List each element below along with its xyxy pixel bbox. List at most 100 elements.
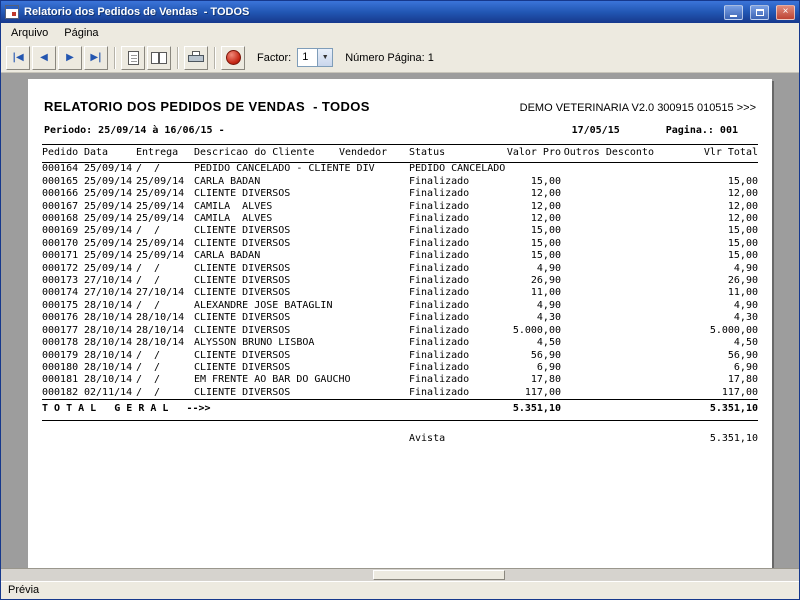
cell-entrega: 25/09/14 bbox=[136, 250, 185, 262]
cell-status: Finalizado bbox=[409, 337, 470, 349]
cell-cliente: CARLA BADAN bbox=[194, 250, 261, 262]
cell-data: 25/09/14 bbox=[84, 213, 133, 225]
toolbar: |◀ ◀ ▶ ▶| Factor: 1 ▼ Número Página: 1 bbox=[1, 43, 799, 73]
menu-arquivo[interactable]: Arquivo bbox=[3, 24, 56, 42]
cell-data: 27/10/14 bbox=[84, 287, 133, 299]
exit-button[interactable] bbox=[221, 45, 245, 70]
two-page-view-button[interactable] bbox=[147, 45, 171, 70]
cell-data: 25/09/14 bbox=[84, 188, 133, 200]
table-row: 000182 02/11/14 / / CLIENTE DIVERSOS Fin… bbox=[42, 387, 758, 400]
status-bar: Prévia bbox=[1, 581, 799, 599]
first-page-icon: |◀ bbox=[12, 52, 24, 63]
cell-status: Finalizado bbox=[409, 262, 470, 274]
cell-entrega: 28/10/14 bbox=[136, 337, 185, 349]
cell-entrega: 27/10/14 bbox=[136, 287, 185, 299]
cell-vlr-total bbox=[654, 163, 758, 176]
cell-valor-pro: 11,00 bbox=[530, 287, 561, 299]
cell-status: Finalizado bbox=[409, 374, 470, 386]
payment-label: Avista bbox=[409, 432, 446, 444]
next-page-icon: ▶ bbox=[66, 52, 74, 63]
preview-area: RELATORIO DOS PEDIDOS DE VENDAS - TODOS … bbox=[1, 73, 799, 568]
cell-valor-pro: 26,90 bbox=[530, 275, 561, 287]
cell-status: PEDIDO CANCELADO bbox=[409, 163, 506, 175]
cell-valor-pro: 17,80 bbox=[530, 374, 561, 386]
cell-vendedor bbox=[339, 337, 409, 349]
cell-pedido: 000170 bbox=[42, 237, 79, 249]
cell-cliente: CLIENTE DIVERSOS bbox=[194, 275, 291, 287]
cell-cliente: CLIENTE DIVERSOS bbox=[194, 262, 291, 274]
cell-data: 28/10/14 bbox=[84, 374, 133, 386]
single-page-icon bbox=[127, 50, 139, 65]
last-page-icon: ▶| bbox=[90, 52, 102, 63]
single-page-view-button[interactable] bbox=[121, 45, 145, 70]
cell-status: Finalizado bbox=[409, 200, 470, 212]
minimize-button[interactable] bbox=[724, 4, 743, 20]
cell-entrega: / / bbox=[136, 225, 161, 237]
report-page-number: Pagina.: 001 bbox=[665, 125, 738, 136]
cell-vlr-total: 12,00 bbox=[727, 200, 758, 212]
last-page-button[interactable]: ▶| bbox=[84, 45, 108, 70]
next-page-button[interactable]: ▶ bbox=[58, 45, 82, 70]
cell-valor-pro: 15,00 bbox=[530, 175, 561, 187]
close-button[interactable]: × bbox=[776, 4, 795, 20]
minimize-icon bbox=[730, 14, 737, 17]
menu-bar: Arquivo Página bbox=[1, 23, 799, 43]
cell-cliente: ALYSSON BRUNO LISBOA bbox=[194, 337, 315, 349]
maximize-button[interactable] bbox=[750, 4, 769, 20]
cell-cliente: CAMILA ALVES bbox=[194, 200, 273, 212]
cell-data: 25/09/14 bbox=[84, 163, 133, 175]
cell-valor-pro: 4,90 bbox=[536, 299, 561, 311]
cell-pedido: 000182 bbox=[42, 386, 79, 398]
cell-outros-desconto bbox=[561, 188, 654, 200]
col-header-data: Data bbox=[84, 143, 136, 164]
cell-status: Finalizado bbox=[409, 287, 470, 299]
close-icon: × bbox=[782, 6, 789, 17]
cell-valor-pro bbox=[505, 163, 561, 176]
menu-pagina[interactable]: Página bbox=[56, 24, 106, 42]
cell-status: Finalizado bbox=[409, 175, 470, 187]
factor-value: 1 bbox=[302, 51, 309, 63]
col-header-vlr-total: Vlr Total bbox=[654, 143, 758, 164]
page-number-label: Número Página: 1 bbox=[345, 51, 434, 64]
window-title: Relatorio dos Pedidos de Vendas - TODOS bbox=[24, 6, 250, 18]
report-period-line: Periodo: 25/09/14 à 16/06/15 - 17/05/15 … bbox=[42, 124, 758, 144]
cell-vendedor bbox=[339, 188, 409, 200]
first-page-button[interactable]: |◀ bbox=[6, 45, 30, 70]
cell-data: 27/10/14 bbox=[84, 275, 133, 287]
cell-cliente: CLIENTE DIVERSOS bbox=[194, 349, 291, 361]
cell-vlr-total: 117,00 bbox=[721, 386, 758, 398]
cell-data: 25/09/14 bbox=[84, 262, 133, 274]
chevron-down-icon[interactable]: ▼ bbox=[317, 49, 333, 66]
cell-entrega: 25/09/14 bbox=[136, 175, 185, 187]
cell-outros-desconto bbox=[561, 275, 654, 287]
total-row: T O T A L G E R A L -->> 5.351,10 5.351,… bbox=[42, 399, 758, 421]
app-icon bbox=[5, 5, 19, 19]
previous-page-button[interactable]: ◀ bbox=[32, 45, 56, 70]
cell-valor-pro: 4,30 bbox=[536, 312, 561, 324]
table-header-row: Pedido Data Entrega Descricao do Cliente… bbox=[42, 143, 758, 164]
scrollbar-thumb[interactable] bbox=[373, 570, 505, 580]
cell-pedido: 000181 bbox=[42, 374, 79, 386]
cell-pedido: 000167 bbox=[42, 200, 79, 212]
report-title: RELATORIO DOS PEDIDOS DE VENDAS - TODOS bbox=[44, 99, 370, 114]
cell-cliente: PEDIDO CANCELADO - CLIENTE DIV bbox=[194, 163, 375, 175]
table-row: 000169 25/09/14 / / CLIENTE DIVERSOS Fin… bbox=[42, 225, 758, 237]
cell-entrega: 28/10/14 bbox=[136, 312, 185, 324]
cell-cliente: CLIENTE DIVERSOS bbox=[194, 287, 291, 299]
factor-select[interactable]: 1 ▼ bbox=[297, 48, 334, 67]
cell-outros-desconto bbox=[561, 337, 654, 349]
cell-status: Finalizado bbox=[409, 237, 470, 249]
print-button[interactable] bbox=[184, 45, 208, 70]
toolbar-separator bbox=[214, 46, 215, 69]
cell-status: Finalizado bbox=[409, 225, 470, 237]
report-table: Pedido Data Entrega Descricao do Cliente… bbox=[42, 143, 758, 445]
cell-cliente: CLIENTE DIVERSOS bbox=[194, 386, 291, 398]
table-row: 000168 25/09/14 25/09/14 CAMILA ALVES Fi… bbox=[42, 213, 758, 225]
report-print-date: 17/05/15 bbox=[571, 125, 620, 136]
cell-outros-desconto bbox=[561, 176, 654, 188]
horizontal-scrollbar[interactable] bbox=[1, 568, 799, 581]
cell-pedido: 000180 bbox=[42, 361, 79, 373]
cell-data: 28/10/14 bbox=[84, 312, 133, 324]
col-header-outros-desconto: Outros Desconto bbox=[561, 143, 654, 164]
cell-vendedor bbox=[339, 387, 409, 400]
